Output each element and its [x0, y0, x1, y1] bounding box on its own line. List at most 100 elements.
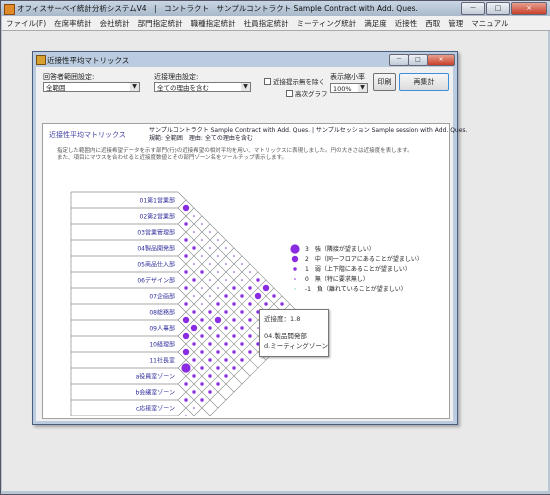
- proximity-dot: [254, 292, 262, 300]
- proximity-dot: [192, 310, 196, 314]
- proximity-dot: [248, 350, 252, 354]
- exclude-none-checkbox[interactable]: 近接提示無を除く: [264, 76, 325, 86]
- proximity-dot: [248, 318, 252, 322]
- menu-attendance[interactable]: 在席率統計: [50, 18, 96, 29]
- menu-admin[interactable]: 管理: [444, 18, 467, 29]
- proximity-dot: [208, 374, 212, 378]
- menu-proximity[interactable]: 近接性: [391, 18, 422, 29]
- menu-file[interactable]: ファイル(F): [2, 18, 50, 29]
- close-button[interactable]: ×: [511, 2, 547, 15]
- proximity-dot: [209, 247, 211, 249]
- high-res-checkbox[interactable]: 高次グラフ: [286, 88, 328, 98]
- proximity-dot: [184, 222, 188, 226]
- proximity-dot: [280, 302, 284, 306]
- respondent-label: 回答者範囲設定:: [43, 73, 95, 81]
- proximity-dot: [248, 286, 252, 290]
- proximity-dot: [225, 279, 227, 281]
- respondent-value: 全範囲: [46, 84, 66, 92]
- proximity-dot: [224, 374, 228, 378]
- menu-manual[interactable]: マニュアル: [467, 18, 512, 29]
- dialog-close-button[interactable]: ×: [427, 54, 455, 66]
- proximity-dot: [216, 382, 220, 386]
- proximity-dot: [184, 238, 188, 242]
- proximity-dot: [240, 326, 244, 330]
- menu-bar: ファイル(F) 在席率統計 会社統計 部門指定統計 職種指定統計 社員指定統計 …: [2, 16, 550, 31]
- reason-select[interactable]: 全ての理由を含む ▼: [154, 82, 251, 92]
- menu-meeting[interactable]: ミーティング統計: [293, 18, 361, 29]
- dialog-icon: [36, 55, 46, 65]
- proximity-dot: [192, 278, 196, 282]
- row-label: 06デザイン部: [137, 277, 175, 285]
- tooltip-value: 近接度：1.8: [264, 315, 301, 323]
- proximity-dot: [216, 334, 220, 338]
- reason-label: 近接理由設定:: [154, 73, 199, 81]
- proximity-dot: [200, 334, 204, 338]
- proximity-dot: [216, 302, 220, 306]
- respondent-select[interactable]: 全範囲 ▼: [43, 82, 140, 92]
- proximity-dot: [193, 263, 195, 265]
- proximity-dot: [224, 326, 228, 330]
- proximity-dot: [209, 231, 211, 233]
- proximity-dot: [193, 295, 195, 297]
- proximity-dot: [217, 255, 219, 257]
- proximity-dot: [208, 390, 212, 394]
- proximity-dot: [232, 302, 236, 306]
- proximity-dot: [184, 398, 188, 402]
- proximity-dot: [201, 255, 203, 257]
- print-button[interactable]: 印刷: [373, 73, 396, 91]
- proximity-dot: [240, 358, 244, 362]
- proximity-dot: [185, 415, 187, 416]
- matrix-panel: 近接性平均マトリックス サンプルコントラクト Sample Contract w…: [42, 123, 467, 419]
- proximity-dot: [193, 407, 195, 409]
- proximity-dot: [201, 287, 203, 289]
- matrix-tooltip: 近接度：1.8 04.製品開発部 d.ミーティングゾーン: [259, 309, 329, 357]
- proximity-dot: [216, 366, 220, 370]
- legend-dot: [290, 244, 300, 254]
- row-label: b会議室ゾーン: [135, 389, 175, 397]
- chevron-down-icon: ▼: [358, 84, 367, 92]
- proximity-dot: [224, 342, 228, 346]
- proximity-dot: [214, 316, 222, 324]
- proximity-dot: [184, 270, 188, 274]
- proximity-dot: [200, 398, 204, 402]
- dialog-maximize-button[interactable]: □: [408, 54, 428, 66]
- proximity-dot: [225, 247, 227, 249]
- legend-label: 1 弱（上下階にあることが望ましい）: [305, 265, 411, 273]
- proximity-dot: [184, 382, 188, 386]
- proximity-dot: [193, 215, 195, 217]
- proximity-dot: [240, 294, 244, 298]
- legend-label: 3 強（隣接が望ましい）: [305, 245, 375, 253]
- menu-company[interactable]: 会社統計: [96, 18, 134, 29]
- proximity-dot: [232, 286, 236, 290]
- dialog-minimize-button[interactable]: －: [389, 54, 409, 66]
- proximity-dot: [209, 263, 211, 265]
- matrix-grid-line: [177, 279, 267, 369]
- proximity-dot: [182, 316, 190, 324]
- matrix-grid-line: [177, 231, 219, 273]
- legend-dot: [294, 288, 296, 290]
- menu-job[interactable]: 職種指定統計: [187, 18, 240, 29]
- proximity-dot: [217, 239, 219, 241]
- maximize-button[interactable]: □: [486, 2, 510, 15]
- zoom-select[interactable]: 100% ▼: [330, 83, 368, 93]
- row-label: 03営業管理部: [137, 229, 175, 237]
- row-label: 09人事部: [149, 325, 175, 333]
- zoom-value: 100%: [333, 85, 352, 93]
- menu-satisfaction[interactable]: 満足度: [360, 18, 391, 29]
- legend-dot: [294, 278, 296, 280]
- proximity-dot: [201, 223, 203, 225]
- menu-dept[interactable]: 部門指定統計: [134, 18, 187, 29]
- proximity-dot: [193, 231, 195, 233]
- menu-west[interactable]: 西取: [421, 18, 444, 29]
- proximity-dot: [184, 302, 188, 306]
- menu-employee[interactable]: 社員指定統計: [240, 18, 293, 29]
- row-label: 08総務部: [149, 309, 175, 317]
- app-title: オフィスサーベイ統計分析システムV4 | コントラクト サンプルコントラクト S…: [17, 4, 418, 13]
- dialog-body: 回答者範囲設定: 全範囲 ▼ 近接理由設定: 全ての理由を含む ▼ 近接提示無を…: [36, 67, 467, 421]
- recalc-button[interactable]: 再集計: [399, 73, 449, 91]
- matrix-grid-line: [177, 263, 251, 337]
- legend-label: 0 無（特に要求無し）: [305, 275, 369, 283]
- minimize-button[interactable]: －: [461, 2, 485, 15]
- proximity-dot: [232, 366, 236, 370]
- tooltip-col: d.ミーティングゾーン: [264, 342, 329, 350]
